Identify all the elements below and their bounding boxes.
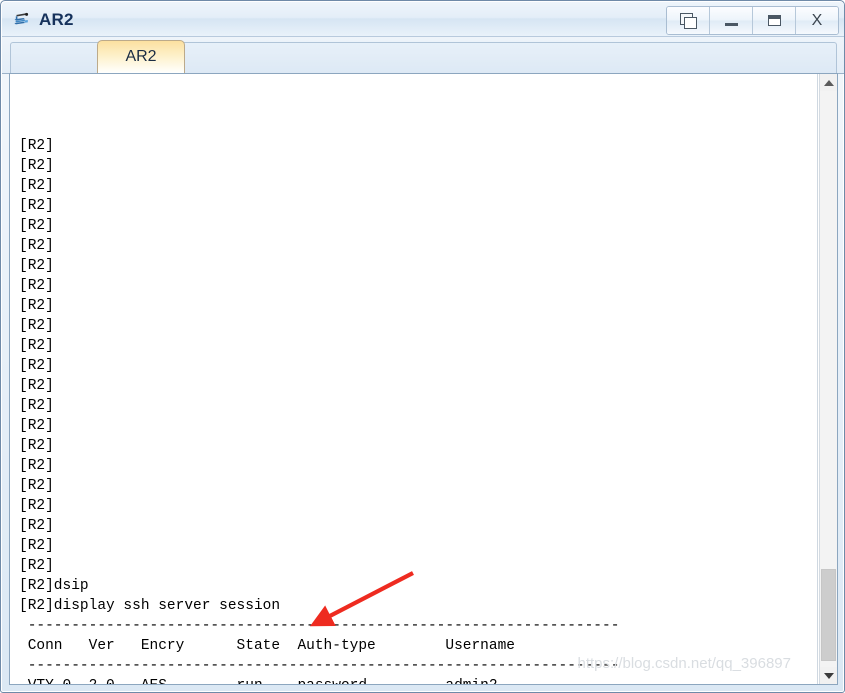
terminal-line: [R2] (19, 378, 54, 394)
terminal-line: VTY 0 2.0 AES run password admin2 (19, 676, 815, 684)
scrollbar-track[interactable] (820, 91, 837, 667)
terminal-line: [R2] (19, 418, 54, 434)
restore-window-button[interactable] (667, 7, 710, 34)
terminal-line: [R2] (19, 518, 54, 534)
terminal-line: [R2] (19, 358, 54, 374)
window-title-group: AR2 (12, 2, 74, 37)
scroll-up-arrow-icon (823, 79, 834, 86)
terminal-panel: [R2] [R2] [R2] [R2] [R2] [R2] [R2] [R2] [R2] [R2]… (9, 73, 838, 685)
maximize-icon (767, 15, 781, 26)
window-title-bar: AR2 X (2, 2, 844, 37)
terminal-line: [R2] (19, 218, 54, 234)
terminal-line: Conn Ver Encry State Auth-type Username (19, 638, 515, 654)
watermark-text: https://blog.csdn.net/qq_396897 (577, 655, 791, 672)
terminal-output: [R2] [R2] [R2] [R2] [R2] [R2] [R2] [R2] [R2] [R2]… (19, 76, 815, 684)
device-tab-strip: AR1 AR2 (2, 37, 844, 74)
terminal-line: [R2] (19, 498, 54, 514)
close-icon: X (811, 11, 823, 29)
close-window-button[interactable]: X (796, 7, 838, 34)
restore-icon (679, 13, 697, 29)
terminal-line: ----------------------------------------… (19, 618, 620, 634)
terminal-line: [R2] (19, 398, 54, 414)
tab-ar2-label: AR2 (125, 48, 157, 65)
tab-ar2[interactable]: AR2 (97, 40, 185, 73)
terminal-line: [R2] (19, 318, 54, 334)
terminal-line: [R2] (19, 238, 54, 254)
terminal-scrollbar[interactable] (819, 74, 837, 684)
terminal-line: [R2] (19, 278, 54, 294)
terminal-line: [R2]dsip (19, 578, 89, 594)
maximize-window-button[interactable] (753, 7, 796, 34)
terminal-line: [R2] (19, 338, 54, 354)
terminal-line: [R2] (19, 298, 54, 314)
terminal-line: [R2] (19, 178, 54, 194)
terminal-line: [R2] (19, 158, 54, 174)
window-title-text: AR2 (39, 9, 74, 29)
scroll-up-button[interactable] (820, 74, 837, 91)
minimize-icon (724, 23, 738, 26)
scroll-down-button[interactable] (820, 667, 837, 684)
terminal-line: [R2] (19, 198, 54, 214)
minimize-window-button[interactable] (710, 7, 753, 34)
scrollbar-thumb[interactable] (821, 569, 836, 661)
terminal-line: [R2]display ssh server session (19, 598, 281, 614)
terminal-line: [R2] (19, 138, 54, 154)
terminal-line: [R2] (19, 478, 54, 494)
router-device-icon (12, 10, 32, 30)
scroll-down-arrow-icon (823, 672, 834, 679)
terminal-line: [R2] (19, 458, 54, 474)
ar2-window: AR2 X AR1 AR2 (0, 0, 845, 693)
terminal-line: [R2] (19, 438, 54, 454)
terminal-line: [R2] (19, 558, 54, 574)
terminal-console[interactable]: [R2] [R2] [R2] [R2] [R2] [R2] [R2] [R2] [R2] [R2]… (10, 74, 818, 684)
window-controls: X (666, 6, 839, 35)
terminal-line: [R2] (19, 258, 54, 274)
terminal-line: [R2] (19, 538, 54, 554)
